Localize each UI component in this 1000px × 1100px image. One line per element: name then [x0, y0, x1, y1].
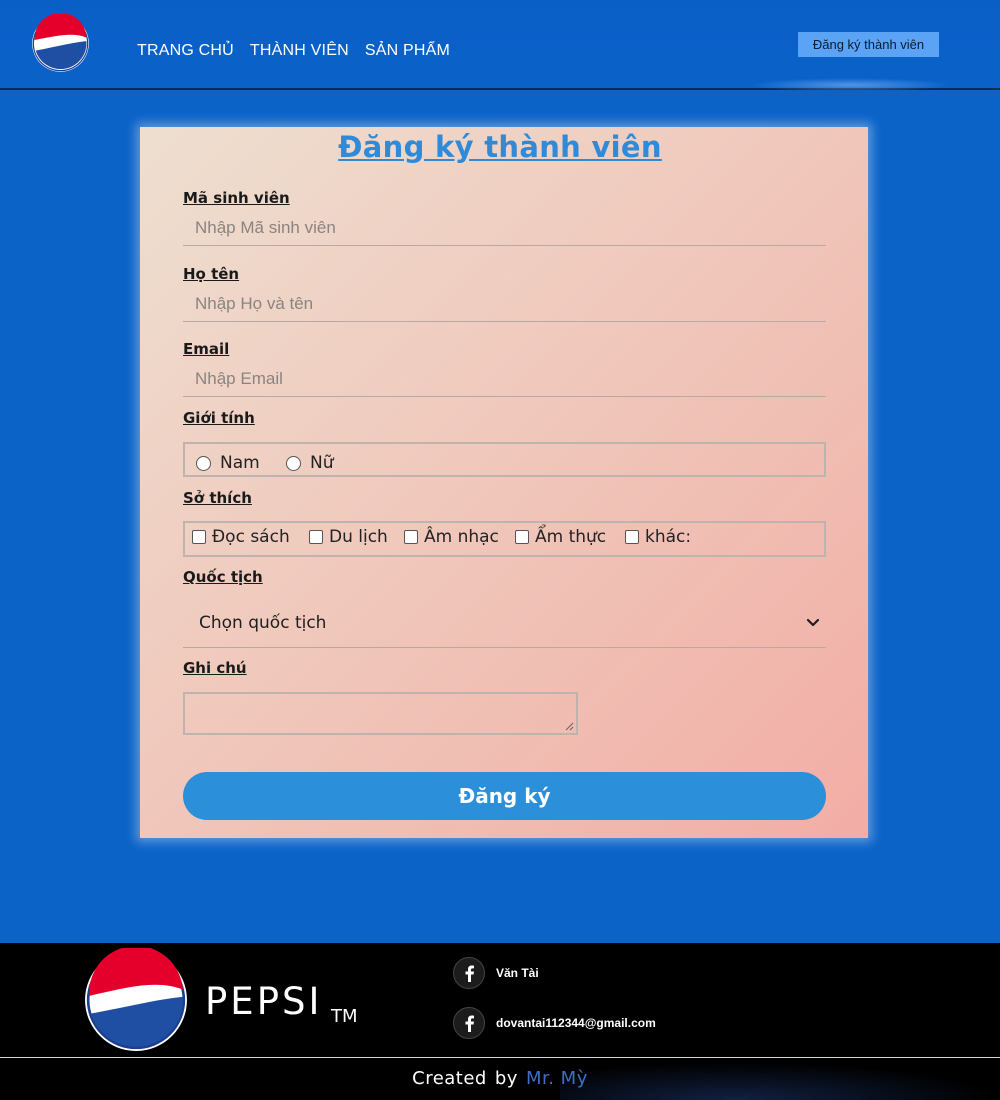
main-nav: TRANG CHỦ THÀNH VIÊN SẢN PHẨM: [137, 42, 450, 60]
hobby-option-other[interactable]: khác:: [625, 527, 691, 547]
facebook-glyph-icon: [465, 965, 474, 982]
radio-female[interactable]: [286, 455, 301, 471]
checkbox-reading[interactable]: [192, 530, 206, 544]
contact-name[interactable]: Văn Tài: [496, 966, 539, 980]
facebook-icon[interactable]: [453, 957, 485, 989]
nav-item-home[interactable]: TRANG CHỦ: [137, 42, 234, 60]
hobby-option-reading[interactable]: Đọc sách: [192, 527, 290, 547]
gender-option-label: Nữ: [310, 453, 334, 473]
hobby-option-label: Du lịch: [329, 527, 388, 547]
email-label: Email: [183, 340, 230, 358]
hobby-option-label: Ẩm thực: [535, 527, 607, 547]
note-textarea[interactable]: [183, 692, 578, 735]
hobby-option-label: Đọc sách: [212, 527, 290, 547]
contact-email[interactable]: dovantai112344@gmail.com: [496, 1016, 656, 1030]
credits-prefix: Created: [412, 1068, 487, 1089]
radio-male[interactable]: [196, 455, 211, 471]
student-id-input[interactable]: [183, 210, 826, 246]
nav-item-members[interactable]: THÀNH VIÊN: [250, 42, 349, 60]
checkbox-other[interactable]: [625, 530, 639, 544]
gender-option-male[interactable]: Nam: [196, 453, 260, 473]
checkbox-music[interactable]: [404, 530, 418, 544]
gender-option-female[interactable]: Nữ: [286, 453, 334, 473]
submit-button[interactable]: Đăng ký: [183, 772, 826, 820]
chevron-down-icon: [806, 618, 820, 627]
facebook-icon[interactable]: [453, 1007, 485, 1039]
hobby-option-label: Âm nhạc: [424, 527, 499, 547]
credits-author: Mr. Mỳ: [525, 1068, 588, 1089]
gender-group: [183, 442, 826, 477]
footer-divider: [0, 1057, 1000, 1058]
hobby-option-travel[interactable]: Du lịch: [309, 527, 388, 547]
pepsi-logo-large-icon: [85, 948, 187, 1051]
checkbox-travel[interactable]: [309, 530, 323, 544]
full-name-label: Họ tên: [183, 265, 240, 283]
gender-option-label: Nam: [220, 453, 260, 473]
form-title: Đăng ký thành viên: [338, 130, 662, 164]
hobby-option-music[interactable]: Âm nhạc: [404, 527, 499, 547]
nationality-label: Quốc tịch: [183, 568, 263, 586]
pepsi-logo-icon[interactable]: [31, 14, 90, 73]
credits: Created by Mr. Mỳ: [0, 1068, 1000, 1089]
facebook-glyph-icon: [465, 1015, 474, 1032]
note-label: Ghi chú: [183, 659, 247, 677]
student-id-label: Mã sinh viên: [183, 189, 290, 207]
nationality-select[interactable]: Chọn quốc tịch: [183, 600, 826, 648]
register-member-button[interactable]: Đăng ký thành viên: [798, 32, 939, 57]
hobby-option-food[interactable]: Ẩm thực: [515, 527, 606, 547]
checkbox-food[interactable]: [515, 530, 529, 544]
hobby-option-label: khác:: [645, 527, 692, 547]
nav-item-products[interactable]: SẢN PHẨM: [365, 42, 450, 60]
email-input[interactable]: [183, 361, 826, 397]
trademark-mark: TM: [331, 1006, 358, 1027]
nationality-selected-value: Chọn quốc tịch: [199, 613, 327, 633]
gender-label: Giới tính: [183, 409, 255, 427]
full-name-input[interactable]: [183, 286, 826, 322]
resize-grip-icon[interactable]: [564, 721, 574, 731]
hobbies-label: Sở thích: [183, 489, 252, 507]
credits-by: by: [494, 1068, 518, 1089]
brand-name: PEPSI: [205, 980, 323, 1023]
